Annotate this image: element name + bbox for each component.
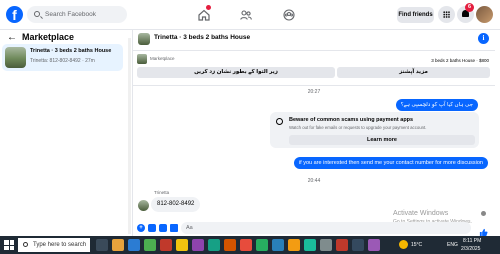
conversation-item[interactable]: Trinetta · 3 beds 2 baths House Trinetta… <box>2 44 123 71</box>
profile-avatar[interactable] <box>476 6 493 23</box>
friends-icon[interactable] <box>240 8 252 20</box>
windows-taskbar: Type here to search 15°C ENG 8:11 PM 2/3… <box>0 236 500 254</box>
find-friends-button[interactable]: Find friends <box>397 7 434 23</box>
outgoing-message[interactable]: if you are interested then send me your … <box>293 157 488 169</box>
app-icon[interactable] <box>288 239 300 251</box>
search-placeholder: Search Facebook <box>45 11 96 18</box>
edge-icon[interactable] <box>128 239 140 251</box>
language-indicator[interactable]: ENG <box>447 242 458 248</box>
scam-warning-text: Watch out for fake emails or requests to… <box>289 125 427 130</box>
listing-thumbnail <box>137 54 147 64</box>
search-input[interactable]: Search Facebook <box>27 6 127 23</box>
chat-title[interactable]: Trinetta · 3 beds 2 baths House <box>154 34 250 41</box>
chat-header-thumbnail[interactable] <box>138 33 150 45</box>
clock-date[interactable]: 2/3/2025 <box>461 246 480 252</box>
app-icon[interactable] <box>320 239 332 251</box>
message-composer: + Aa <box>133 221 495 237</box>
notification-badge: 6 <box>465 3 474 12</box>
shield-icon <box>276 118 283 125</box>
sidebar-title: Marketplace <box>22 32 75 42</box>
facebook-logo-icon[interactable]: f <box>6 6 23 23</box>
message-input[interactable]: Aa <box>181 222 471 234</box>
clock-time[interactable]: 8:11 PM <box>463 238 481 244</box>
top-navigation-bar: f Search Facebook Find friends 6 <box>0 0 500 30</box>
chrome-icon[interactable] <box>144 239 156 251</box>
outgoing-message[interactable]: جی ہاں کیا آپ کو دلچسپی ہے؟ <box>395 99 478 111</box>
file-explorer-icon[interactable] <box>112 239 124 251</box>
chat-panel: Trinetta · 3 beds 2 baths House i Market… <box>133 30 500 237</box>
weather-icon[interactable] <box>399 240 408 249</box>
sender-avatar[interactable] <box>138 200 149 211</box>
message-list: 20:27 جی ہاں کیا آپ کو دلچسپی ہے؟ Beware… <box>133 87 495 216</box>
marketplace-listing-bar: Marketplace 3 beds 2 baths House · $800 … <box>133 50 495 86</box>
timestamp: 20:44 <box>307 178 321 184</box>
temperature-text: 15°C <box>411 242 423 248</box>
scam-warning-card: Beware of common scams using payment app… <box>270 112 479 148</box>
mark-pending-button[interactable]: زیر التوا کے بطور نشان زد کریں <box>137 67 335 78</box>
home-notification-dot <box>206 5 211 10</box>
activate-windows-title: Activate Windows <box>393 210 449 217</box>
conversation-preview: Trinetta: 812-802-8492 · 27m <box>30 58 95 64</box>
sender-name: Trinetta <box>154 190 170 195</box>
sticker-icon[interactable] <box>159 224 167 232</box>
incoming-message[interactable]: 812-802-8492 <box>151 197 201 212</box>
search-icon <box>34 11 40 17</box>
menu-grid-icon[interactable] <box>438 6 455 23</box>
search-icon <box>23 242 28 247</box>
groups-icon[interactable] <box>283 8 295 21</box>
info-icon[interactable]: i <box>478 33 489 44</box>
learn-more-button[interactable]: Learn more <box>289 135 475 145</box>
read-receipt-avatar <box>481 211 486 216</box>
listing-price: 3 beds 2 baths House · $800 <box>431 58 489 63</box>
listing-thumbnail <box>5 47 26 68</box>
gif-icon[interactable] <box>170 224 178 232</box>
timestamp: 20:27 <box>307 89 321 95</box>
back-arrow-icon[interactable]: ← <box>7 32 17 43</box>
more-options-button[interactable]: مزید آپشنز <box>337 67 490 78</box>
app-icon[interactable] <box>160 239 172 251</box>
scam-warning-title: Beware of common scams using payment app… <box>289 117 414 123</box>
app-icon[interactable] <box>304 239 316 251</box>
plus-icon[interactable]: + <box>137 224 145 232</box>
app-icon[interactable] <box>256 239 268 251</box>
app-icon[interactable] <box>192 239 204 251</box>
conversation-name: Trinetta · 3 beds 2 baths House <box>30 48 112 54</box>
windows-start-icon[interactable] <box>4 240 14 250</box>
task-view-icon[interactable] <box>96 239 108 251</box>
app-icon[interactable] <box>272 239 284 251</box>
thumbs-up-icon[interactable] <box>479 224 488 237</box>
app-icon[interactable] <box>240 239 252 251</box>
app-icon[interactable] <box>368 239 380 251</box>
app-icon[interactable] <box>176 239 188 251</box>
app-icon[interactable] <box>224 239 236 251</box>
taskbar-search-input[interactable]: Type here to search <box>18 238 90 252</box>
marketplace-sidebar: ← Marketplace Trinetta · 3 beds 2 baths … <box>0 30 133 236</box>
image-icon[interactable] <box>148 224 156 232</box>
app-icon[interactable] <box>352 239 364 251</box>
app-icon[interactable] <box>336 239 348 251</box>
marketplace-label: Marketplace <box>150 56 175 61</box>
chat-header: Trinetta · 3 beds 2 baths House i <box>133 30 495 49</box>
sidebar-scrollbar[interactable] <box>128 38 131 234</box>
taskbar-search-placeholder: Type here to search <box>33 242 87 248</box>
app-icon[interactable] <box>208 239 220 251</box>
